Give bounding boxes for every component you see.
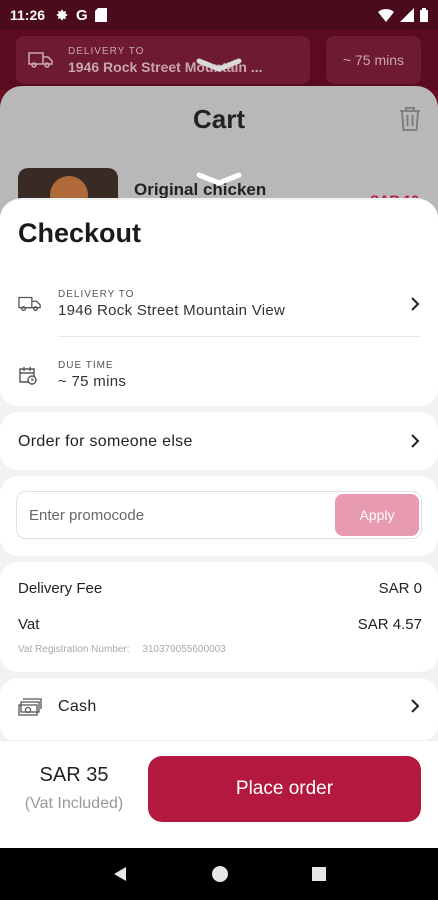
delivery-label: DELIVERY TO xyxy=(58,289,135,300)
vat-reg-value: 310379055600003 xyxy=(142,644,226,655)
order-for-row[interactable]: Order for someone else xyxy=(18,412,420,470)
google-icon: G xyxy=(76,6,88,24)
vat-registration: Vat Registration Number: 310379055600003 xyxy=(18,644,226,655)
due-time-row: DUE TIME ~ 75 mins xyxy=(18,355,420,395)
chevron-right-icon xyxy=(411,434,420,448)
chevron-right-icon xyxy=(411,297,420,311)
background-delivery-label: DELIVERY TO xyxy=(68,45,145,57)
battery-icon xyxy=(420,8,428,22)
vat-value: SAR 4.57 xyxy=(357,616,422,633)
signal-icon xyxy=(400,8,414,22)
chevron-down-icon xyxy=(196,58,242,72)
status-bar: 11:26 G xyxy=(0,0,438,30)
payment-method: Cash xyxy=(58,698,97,715)
truck-icon xyxy=(18,296,41,312)
promo-box: Apply xyxy=(16,491,422,539)
delivery-fee-value: SAR 0 xyxy=(378,580,422,597)
due-time-value: ~ 75 mins xyxy=(58,373,127,390)
place-order-button[interactable]: Place order xyxy=(148,756,421,822)
promo-input[interactable] xyxy=(17,492,337,538)
vat-label: Vat xyxy=(18,616,40,633)
checkout-title: Checkout xyxy=(18,218,142,248)
vat-reg-label: Vat Registration Number: xyxy=(18,644,130,655)
trash-icon[interactable] xyxy=(398,106,422,132)
chevron-right-icon xyxy=(411,699,420,713)
calendar-clock-icon xyxy=(19,367,37,385)
total-note: (Vat Included) xyxy=(24,795,124,812)
cash-icon xyxy=(18,698,42,716)
due-time-label: DUE TIME xyxy=(58,360,114,371)
total-amount: SAR 35 xyxy=(39,764,109,786)
home-icon[interactable] xyxy=(211,865,229,883)
divider xyxy=(58,336,420,337)
truck-icon xyxy=(28,52,53,68)
recents-icon[interactable] xyxy=(311,866,327,882)
payment-row[interactable]: Cash xyxy=(18,684,420,728)
back-icon[interactable] xyxy=(111,865,129,883)
status-time: 11:26 xyxy=(10,7,46,23)
system-nav-bar xyxy=(0,848,438,900)
cart-title: Cart xyxy=(192,104,245,134)
background-time-chip: ~ 75 mins xyxy=(326,36,421,84)
background-delivery-chip: DELIVERY TO 1946 Rock Street Mountain ..… xyxy=(16,36,310,84)
delivery-address: 1946 Rock Street Mountain View xyxy=(58,302,286,319)
sd-card-icon xyxy=(94,8,107,22)
chevron-down-icon xyxy=(196,172,242,186)
wifi-icon xyxy=(378,8,394,22)
apply-button[interactable]: Apply xyxy=(335,494,419,536)
vat-row: Vat SAR 4.57 xyxy=(18,616,422,633)
delivery-fee-label: Delivery Fee xyxy=(18,580,103,597)
delivery-row[interactable]: DELIVERY TO 1946 Rock Street Mountain Vi… xyxy=(18,284,420,324)
order-for-label: Order for someone else xyxy=(18,433,193,450)
delivery-fee-row: Delivery Fee SAR 0 xyxy=(18,580,422,597)
gear-icon xyxy=(56,9,68,21)
